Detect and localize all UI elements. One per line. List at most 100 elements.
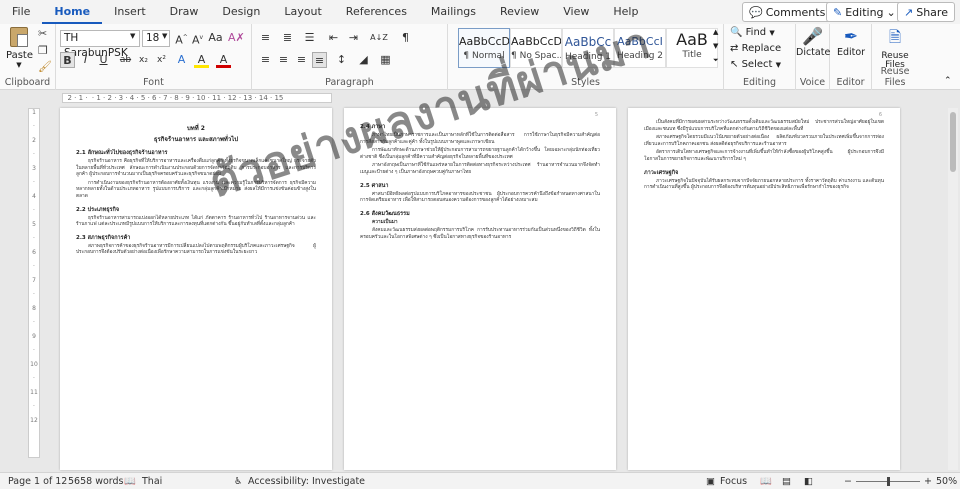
style-sample: AaBbCc: [564, 35, 612, 49]
text-effects-button[interactable]: A: [174, 52, 189, 68]
tab-insert[interactable]: Insert: [102, 0, 158, 24]
copy-icon[interactable]: ❐: [38, 44, 48, 57]
vertical-ruler[interactable]: 1 · 2 · 3 · 4 · 5 · 6 · 7 · 8 · 9 · 10 · 11 · 12: [28, 108, 40, 458]
document-page-2[interactable]: 5 2.4 ภาษา ภาษาไทยเป็นภาษาราชการและเป็นภ…: [344, 108, 616, 470]
clear-formatting-icon[interactable]: A✗: [228, 30, 245, 46]
italic-button[interactable]: I: [78, 52, 93, 68]
font-name-select[interactable]: TH SarabunPSK: [60, 30, 140, 59]
styles-scroll-down-icon[interactable]: ▼: [713, 42, 718, 50]
highlight-color-button[interactable]: A: [194, 52, 209, 68]
sort-icon[interactable]: A↓Z: [366, 30, 392, 46]
style-sample: AaB: [676, 30, 708, 49]
zoom-out-icon[interactable]: −: [844, 476, 852, 487]
chevron-down-icon: ▼: [769, 29, 775, 37]
decrease-indent-icon[interactable]: ⇤: [326, 30, 341, 46]
editor-button[interactable]: ✒ Editor: [830, 27, 872, 58]
change-case-icon[interactable]: Aa: [208, 30, 223, 46]
grow-font-icon[interactable]: A^: [174, 30, 189, 47]
subscript-button[interactable]: x₂: [136, 52, 151, 68]
style-no-spacing[interactable]: AaBbCcDc ¶ No Spac...: [510, 28, 562, 68]
page-count[interactable]: Page 1 of 12: [8, 476, 67, 487]
tab-draw[interactable]: Draw: [158, 0, 211, 24]
style-heading-1[interactable]: AaBbCc Heading 1: [562, 28, 614, 68]
style-normal[interactable]: AaBbCcDc ¶ Normal: [458, 28, 510, 68]
editing-mode-button[interactable]: ✎ Editing ⌄: [826, 2, 903, 22]
share-label: Share: [916, 5, 948, 19]
font-color-button[interactable]: A: [216, 52, 231, 68]
bullets-icon[interactable]: ≡: [258, 30, 273, 46]
tab-view[interactable]: View: [551, 0, 601, 24]
reuse-files-icon: 🗎: [888, 28, 902, 46]
paragraph-label: Paragraph: [325, 77, 374, 88]
chevron-down-icon: ▼: [16, 61, 22, 69]
horizontal-ruler[interactable]: 2 · 1 · · 1 · 2 · 3 · 4 · 5 · 6 · 7 · 8 …: [62, 93, 332, 103]
language-indicator[interactable]: Thai: [142, 476, 162, 487]
accessibility-status[interactable]: Accessibility: Investigate: [248, 476, 365, 487]
tab-references[interactable]: References: [334, 0, 419, 24]
tab-home[interactable]: Home: [42, 0, 103, 24]
style-title[interactable]: AaB Title: [666, 28, 718, 68]
strikethrough-button[interactable]: ab: [118, 52, 133, 68]
document-page-1[interactable]: บทที่ 2 ธุรกิจร้านอาหาร และสภาพทั่วไป 2.…: [60, 108, 332, 470]
print-layout-icon[interactable]: ▤: [782, 476, 791, 487]
borders-icon[interactable]: ▦: [378, 52, 393, 68]
line-spacing-icon[interactable]: ↕: [334, 52, 349, 68]
show-formatting-icon[interactable]: ¶: [398, 30, 413, 46]
tab-layout[interactable]: Layout: [272, 0, 333, 24]
replace-button[interactable]: ⇄ Replace: [730, 43, 781, 54]
shrink-font-icon[interactable]: Av: [190, 30, 205, 47]
numbering-icon[interactable]: ≣: [280, 30, 295, 46]
align-center-icon[interactable]: ≡: [276, 52, 291, 68]
word-count[interactable]: 5658 words: [68, 476, 124, 487]
increase-indent-icon[interactable]: ⇥: [346, 30, 361, 46]
section-heading: 2.5 ศาสนา: [360, 182, 389, 189]
align-left-icon[interactable]: ≡: [258, 52, 273, 68]
tab-design[interactable]: Design: [210, 0, 272, 24]
proofing-icon[interactable]: 📖: [124, 476, 136, 487]
tab-review[interactable]: Review: [488, 0, 551, 24]
reuse-files-button[interactable]: 🗎 Reuse Files: [872, 27, 918, 70]
style-sample: AaBbCcDc: [511, 35, 561, 48]
read-mode-icon[interactable]: 📖: [760, 476, 772, 487]
superscript-button[interactable]: x²: [154, 52, 169, 68]
multilevel-list-icon[interactable]: ☰: [302, 30, 317, 46]
zoom-in-icon[interactable]: +: [924, 476, 932, 487]
tab-mailings[interactable]: Mailings: [419, 0, 488, 24]
bold-button[interactable]: B: [60, 52, 75, 68]
dictate-button[interactable]: 🎤 Dictate: [796, 27, 830, 58]
comments-button[interactable]: 💬 Comments: [742, 2, 833, 22]
clipboard-group: Paste ▼ ✂ ❐ 🖌 Clipboard: [0, 24, 56, 90]
cut-icon[interactable]: ✂: [38, 27, 47, 40]
select-button[interactable]: ↖ Select ▼: [730, 59, 781, 70]
clipboard-label: Clipboard: [4, 77, 51, 88]
align-right-icon[interactable]: ≡: [294, 52, 309, 68]
find-button[interactable]: 🔍 Find ▼: [730, 27, 775, 38]
tab-help[interactable]: Help: [601, 0, 650, 24]
scrollbar-thumb[interactable]: [950, 112, 956, 172]
format-painter-icon[interactable]: 🖌: [38, 60, 52, 73]
justify-icon[interactable]: ≡: [312, 52, 327, 68]
styles-scroll-up-icon[interactable]: ▲: [713, 28, 718, 36]
tab-file[interactable]: File: [0, 0, 42, 24]
zoom-slider-thumb[interactable]: [887, 477, 890, 486]
paragraph: ภาวะเศรษฐกิจในปัจจุบันได้รับผลกระทบจากปั…: [644, 178, 884, 191]
paragraph: ภาษาไทยเป็นภาษาราชการและเป็นภาษาหลักที่ใ…: [360, 133, 600, 145]
underline-button[interactable]: U: [96, 52, 111, 68]
focus-button[interactable]: Focus: [720, 476, 747, 487]
shading-icon[interactable]: ◢: [356, 52, 371, 68]
vertical-scrollbar[interactable]: [948, 108, 958, 470]
section-heading: 2.6 สังคมวัฒนธรรม: [360, 210, 410, 217]
paste-button[interactable]: Paste ▼: [6, 27, 33, 69]
styles-more-icon[interactable]: ⏷: [713, 56, 719, 65]
style-heading-2[interactable]: AaBbCcI Heading 2: [614, 28, 666, 68]
styles-label: Styles: [571, 77, 600, 88]
select-label: Select: [741, 59, 773, 70]
collapse-ribbon-icon[interactable]: ⌃: [944, 76, 952, 86]
share-button[interactable]: ↗ Share: [897, 2, 955, 22]
style-name: ¶ No Spac...: [511, 51, 561, 61]
zoom-level[interactable]: 50%: [936, 476, 957, 487]
page-number: 6: [878, 112, 882, 118]
document-page-3[interactable]: 6 เป็นสังคมที่มีการผสมผสานระหว่างวัฒนธรร…: [628, 108, 900, 470]
web-layout-icon[interactable]: ◧: [804, 476, 813, 487]
editor-group: ✒ Editor Editor: [830, 24, 872, 90]
